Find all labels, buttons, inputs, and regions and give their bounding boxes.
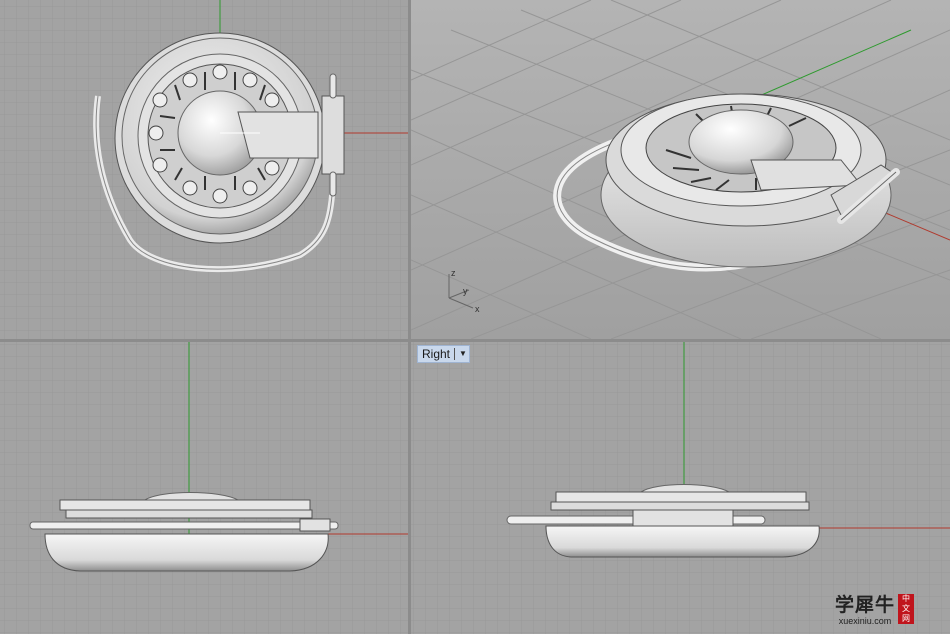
seal-char-3: 网 bbox=[902, 614, 910, 623]
tab-separator bbox=[454, 348, 456, 360]
watermark-main: 学犀牛 bbox=[834, 594, 895, 616]
axis-y-label: y bbox=[463, 286, 468, 296]
chevron-down-icon[interactable]: ▼ bbox=[459, 346, 467, 362]
viewport-top[interactable] bbox=[0, 0, 408, 339]
top-view-canvas bbox=[0, 0, 408, 339]
viewport-front[interactable] bbox=[0, 342, 408, 634]
watermark-seal: 中 文 网 bbox=[898, 594, 914, 624]
viewport-title-tab[interactable]: Right ▼ bbox=[417, 345, 470, 363]
right-view-canvas bbox=[411, 342, 950, 634]
perspective-view-canvas: z y x bbox=[411, 0, 950, 339]
viewport-right[interactable]: Right ▼ 学犀牛 xuexiniu.com 中 文 网 bbox=[411, 342, 950, 634]
axis-z-label: z bbox=[451, 268, 456, 278]
watermark-logo: 学犀牛 xuexiniu.com 中 文 网 bbox=[835, 594, 914, 626]
axis-x-label: x bbox=[475, 304, 480, 314]
viewport-title-label: Right bbox=[422, 347, 451, 361]
watermark-url: xuexiniu.com bbox=[838, 616, 892, 626]
watermark-text: 学犀牛 xuexiniu.com bbox=[835, 594, 895, 626]
viewport-perspective[interactable]: z y x bbox=[411, 0, 950, 339]
rhino-viewport-layout: z y x Right ▼ 学犀牛 xuexiniu.com 中 文 网 bbox=[0, 0, 950, 634]
seal-char-2: 文 bbox=[902, 604, 910, 613]
front-view-canvas bbox=[0, 342, 408, 634]
seal-char-1: 中 bbox=[902, 594, 910, 603]
